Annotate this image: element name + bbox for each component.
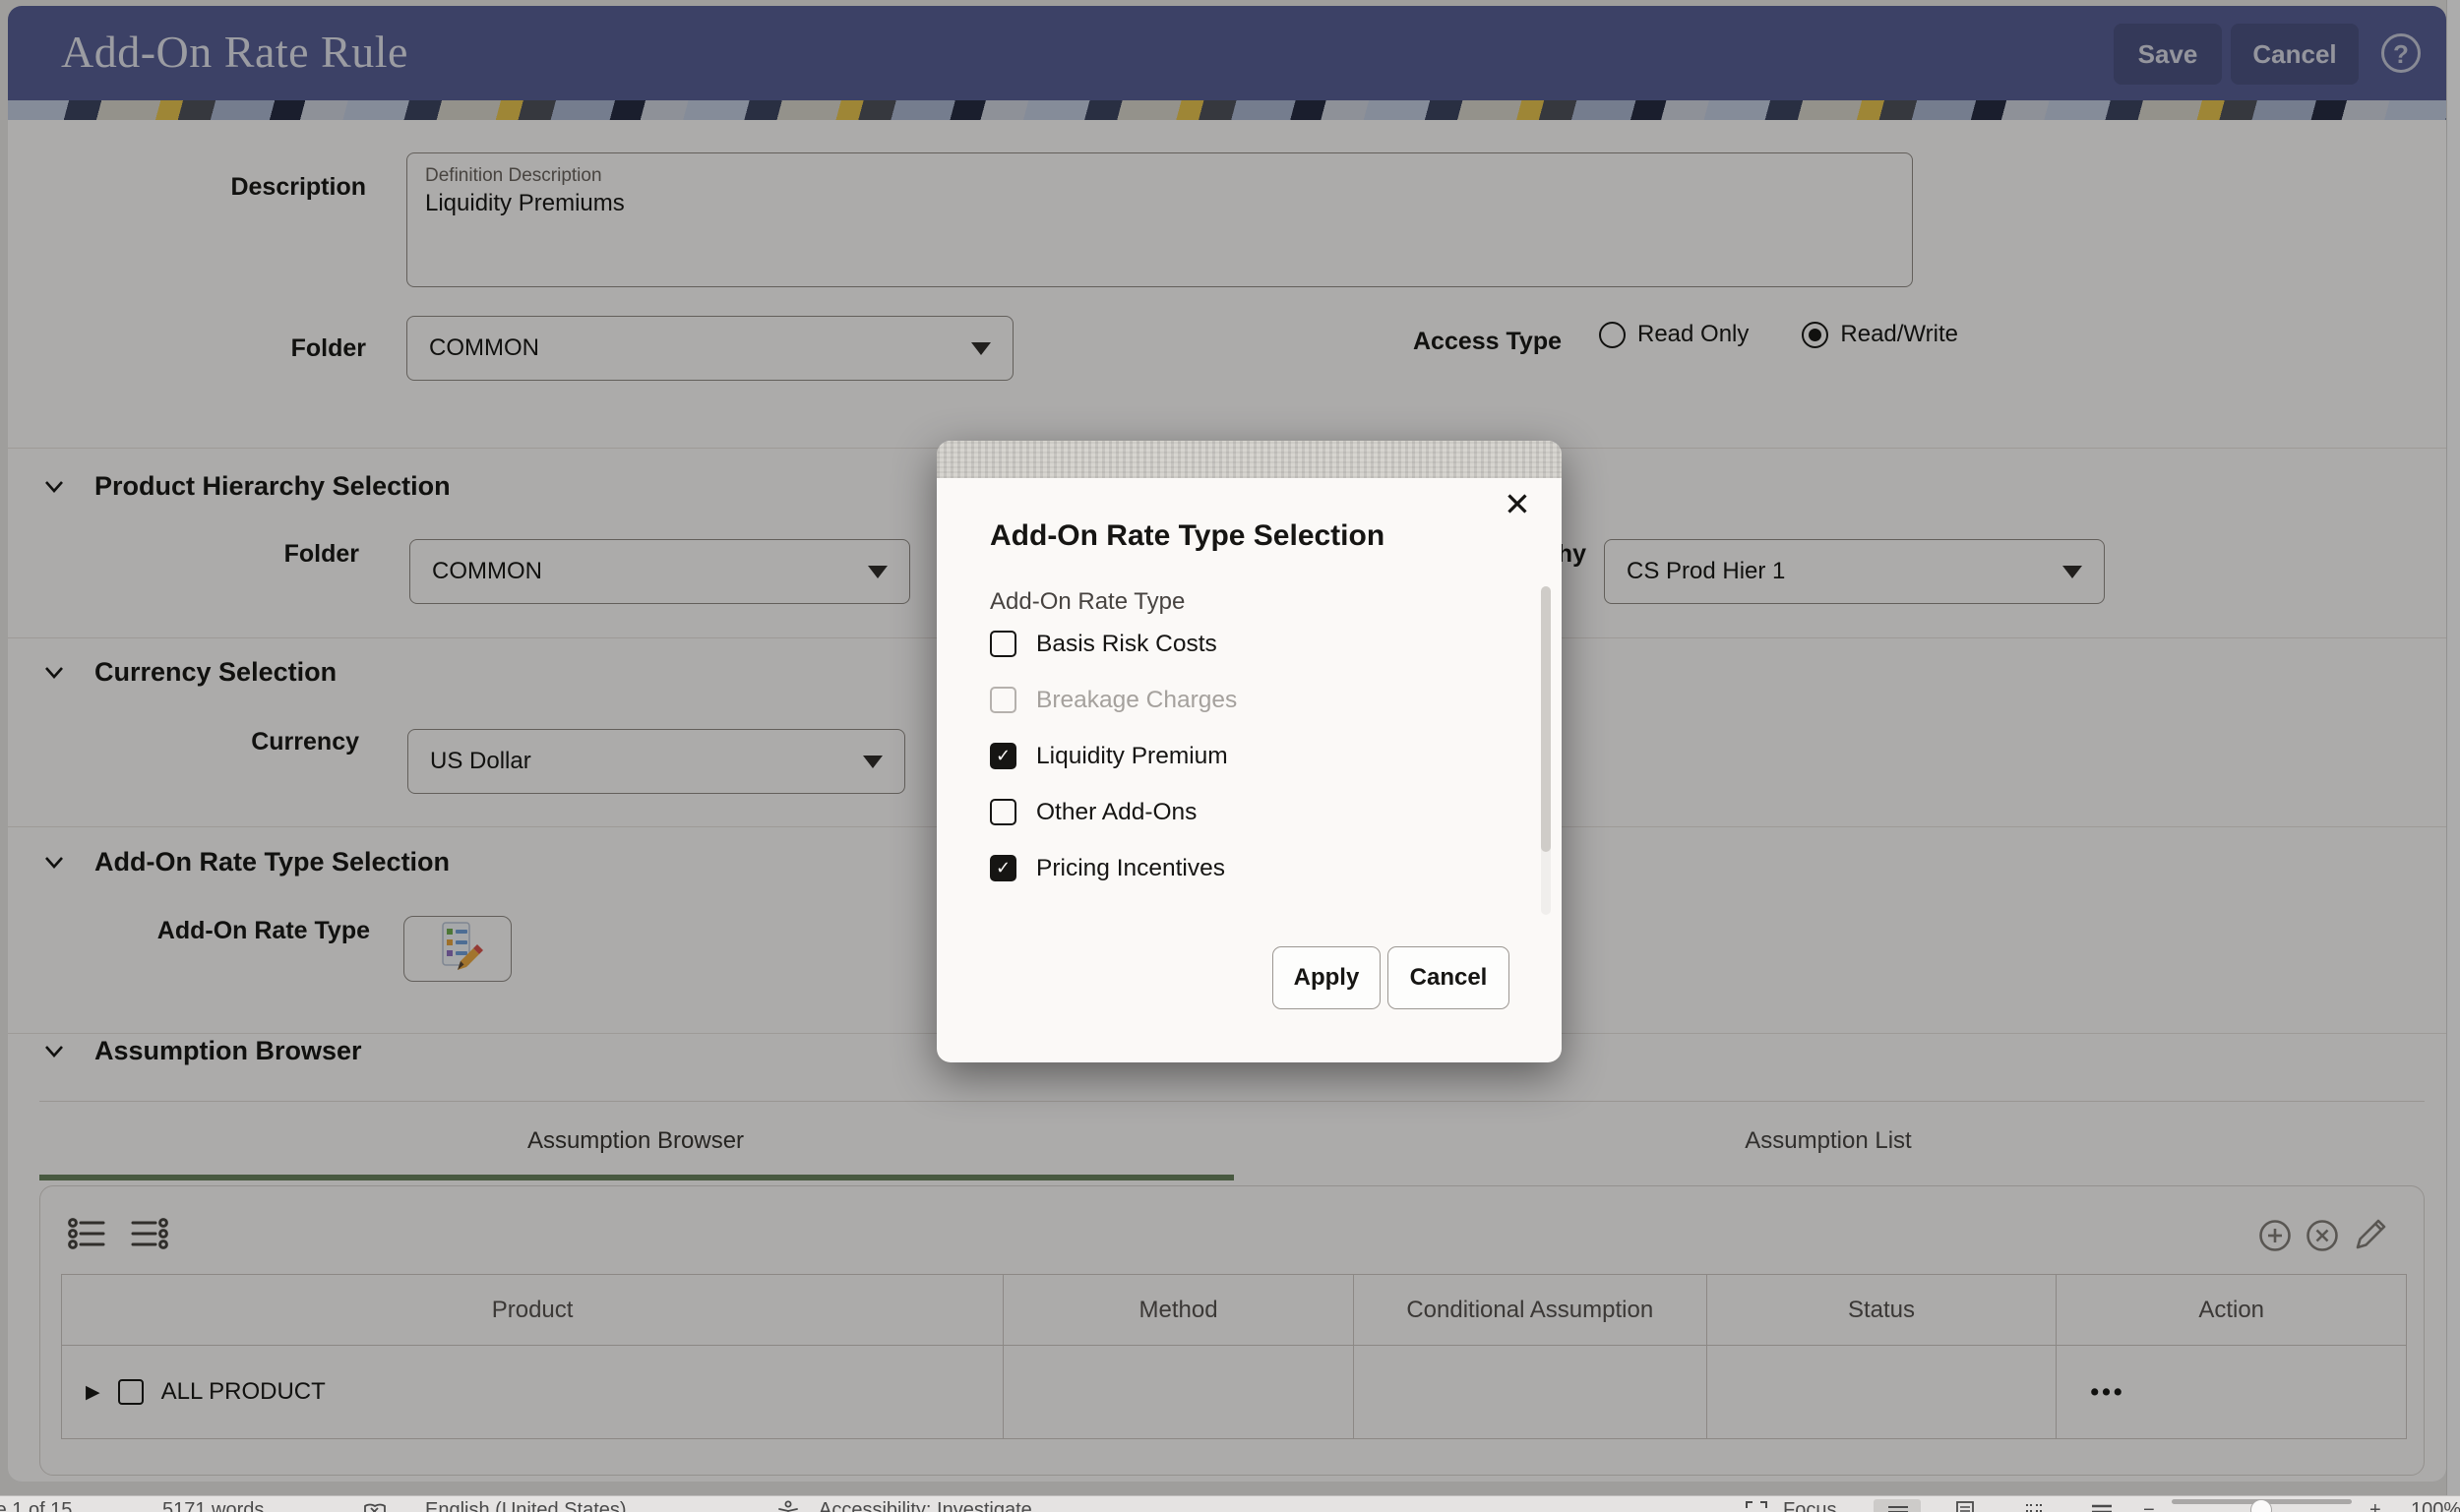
view-web-layout-button[interactable] [2022, 1499, 2048, 1512]
status-bar: Page 1 of 15 5171 words English (United … [0, 1495, 2460, 1512]
close-icon[interactable]: ✕ [1499, 486, 1536, 523]
word-count-status[interactable]: 5171 words [162, 1499, 264, 1512]
view-print-layout-button[interactable] [1952, 1499, 1978, 1512]
dialog-cancel-button[interactable]: Cancel [1387, 946, 1509, 1009]
option-basis-risk-costs: Basis Risk Costs [990, 616, 1462, 672]
language-status[interactable]: English (United States) [425, 1499, 627, 1512]
dialog-texture-strip [937, 441, 1562, 478]
zoom-percent[interactable]: 100% [2411, 1499, 2460, 1512]
view-outline-button[interactable] [2089, 1499, 2115, 1512]
focus-mode-label[interactable]: Focus [1783, 1499, 1836, 1512]
zoom-out-button[interactable]: − [2143, 1499, 2155, 1512]
option-liquidity-premium: ✓ Liquidity Premium [990, 728, 1462, 784]
checkbox-icon[interactable] [990, 631, 1016, 657]
dialog-title: Add-On Rate Type Selection [990, 519, 1384, 553]
apply-button[interactable]: Apply [1272, 946, 1381, 1009]
checkbox-checked-icon[interactable]: ✓ [990, 743, 1016, 769]
option-label: Pricing Incentives [1036, 855, 1225, 882]
option-label: Liquidity Premium [1036, 743, 1228, 770]
page-number-status[interactable]: Page 1 of 15 [0, 1499, 72, 1512]
option-label: Breakage Charges [1036, 687, 1237, 714]
checkbox-checked-icon[interactable]: ✓ [990, 855, 1016, 881]
option-label: Basis Risk Costs [1036, 631, 1217, 658]
dialog-options-list: Basis Risk Costs Breakage Charges ✓ Liquidi… [990, 616, 1462, 896]
focus-mode-icon[interactable] [1744, 1499, 1769, 1512]
option-label: Other Add-Ons [1036, 799, 1197, 826]
accessibility-status[interactable]: Accessibility: Investigate [819, 1499, 1032, 1512]
dialog-scrollbar-thumb[interactable] [1541, 586, 1551, 852]
checkbox-icon[interactable] [990, 799, 1016, 825]
option-breakage-charges: Breakage Charges [990, 672, 1462, 728]
addon-rate-type-dialog: ✕ Add-On Rate Type Selection Add-On Rate… [937, 441, 1562, 1062]
option-other-add-ons: Other Add-Ons [990, 784, 1462, 840]
option-pricing-incentives: ✓ Pricing Incentives [990, 840, 1462, 896]
checkbox-icon [990, 687, 1016, 713]
dialog-list-label: Add-On Rate Type [990, 588, 1185, 616]
proofing-errors-icon[interactable] [362, 1499, 388, 1512]
view-read-mode-button[interactable] [1874, 1499, 1921, 1512]
accessibility-icon[interactable] [775, 1499, 801, 1512]
zoom-in-button[interactable]: + [2369, 1499, 2381, 1512]
